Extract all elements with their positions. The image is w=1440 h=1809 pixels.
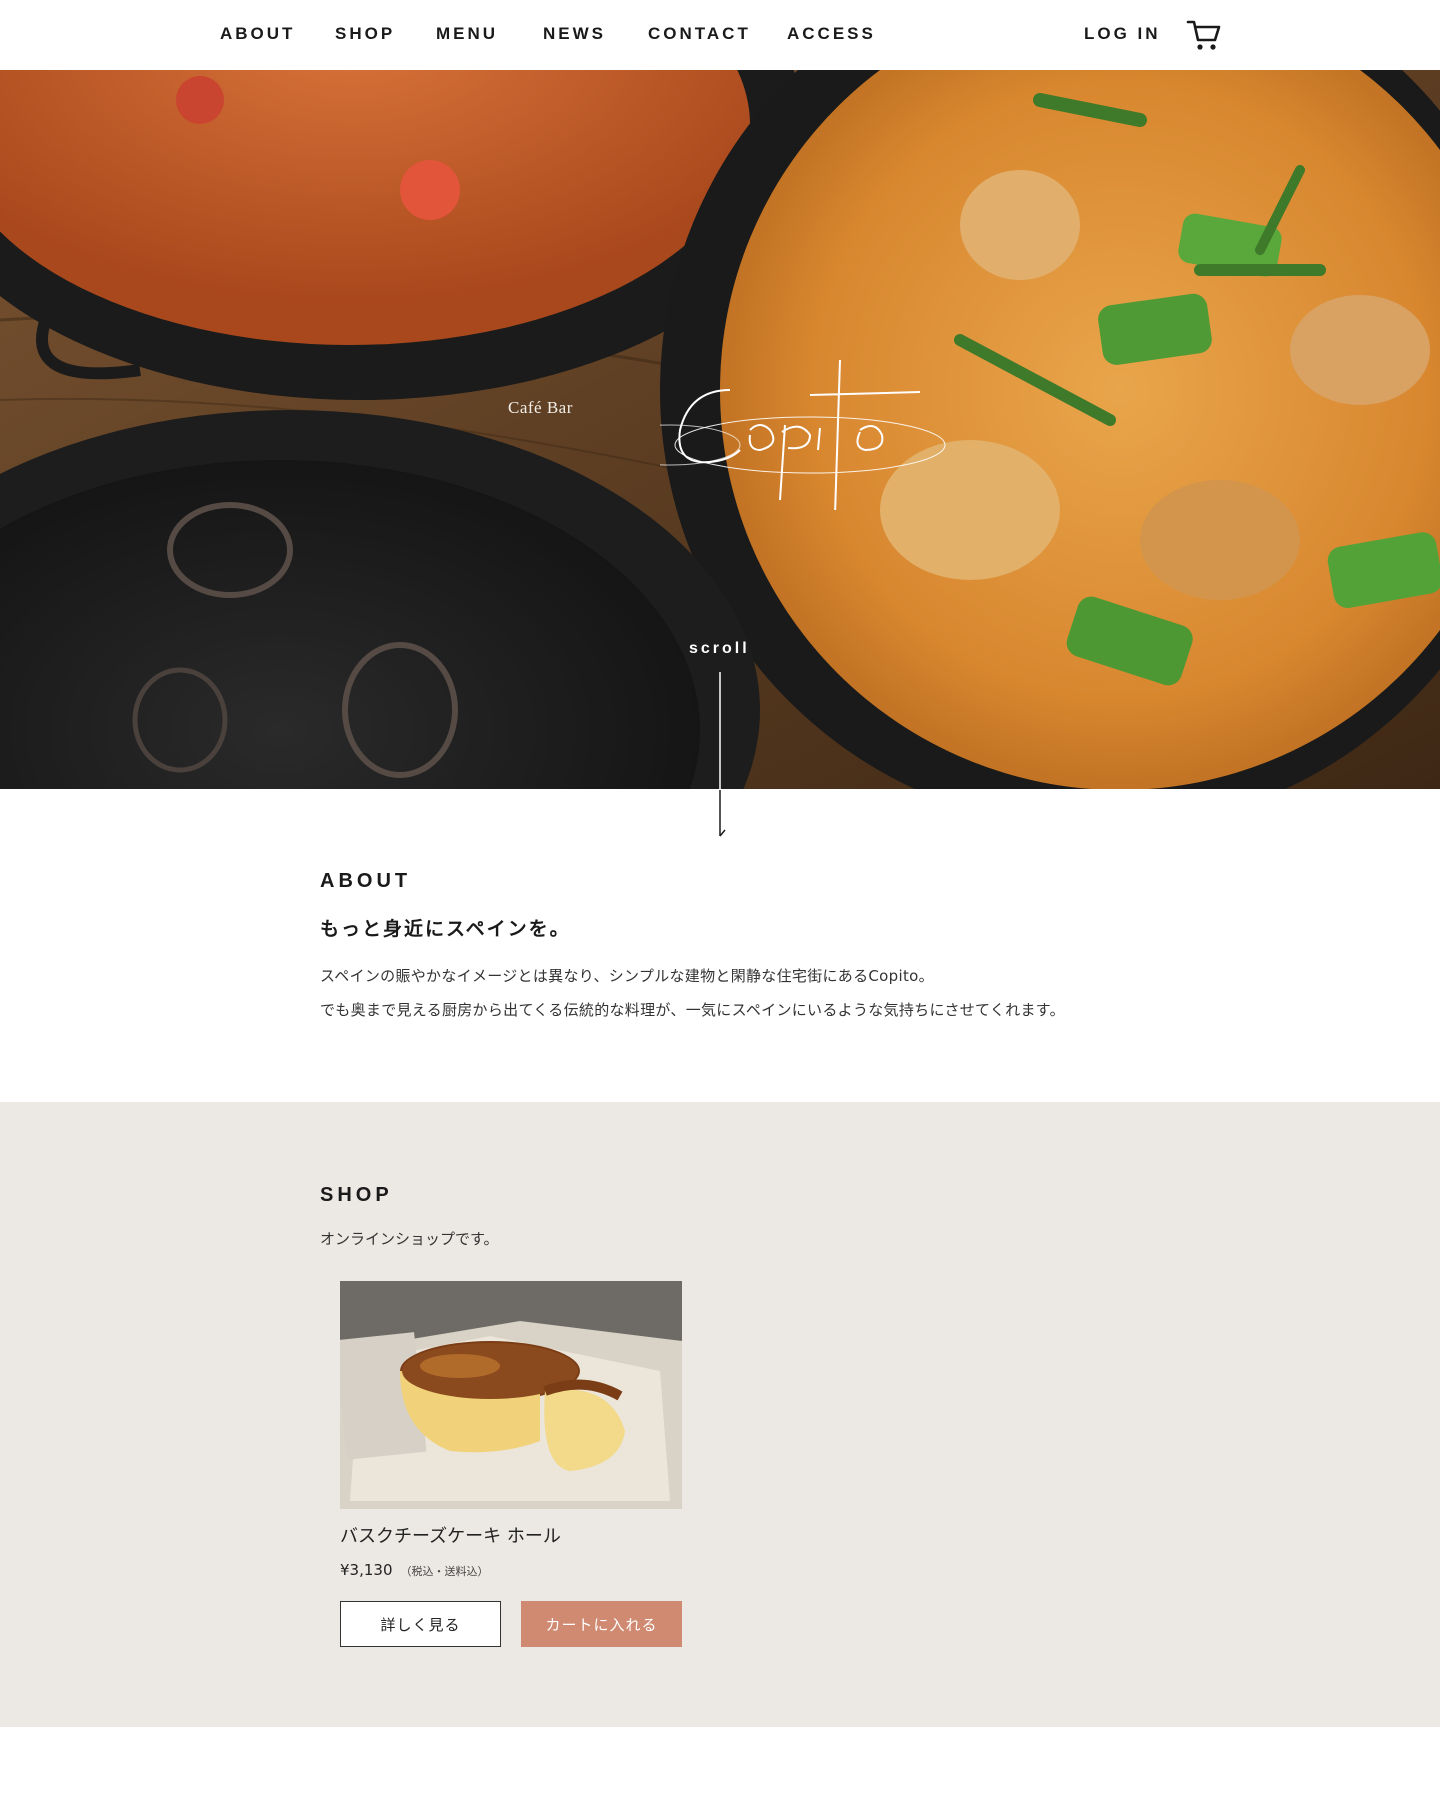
product-name[interactable]: バスクチーズケーキ ホール <box>340 1522 561 1548</box>
shop-title: SHOP <box>320 1184 393 1206</box>
add-to-cart-button[interactable]: カートに入れる <box>521 1601 682 1647</box>
logo-prefix: Café Bar <box>508 398 573 417</box>
scroll-arrow-icon <box>719 672 726 837</box>
about-text-line-2: でも奥まで見える厨房から出てくる伝統的な料理が、一気にスペインにいるような気持ち… <box>320 1001 1065 1019</box>
about-heading: もっと身近にスペインを。 <box>320 918 571 940</box>
nav-news[interactable]: NEWS <box>543 24 606 44</box>
detail-button[interactable]: 詳しく見る <box>340 1601 501 1647</box>
nav-menu[interactable]: MENU <box>436 24 498 44</box>
price-note: （税込・送料込） <box>400 1565 489 1578</box>
product-price-row: ¥3,130 （税込・送料込） <box>340 1561 489 1579</box>
nav-shop[interactable]: SHOP <box>335 24 395 44</box>
copito-logo <box>660 359 946 510</box>
about-title: ABOUT <box>320 870 412 892</box>
cart-icon[interactable] <box>1186 18 1222 52</box>
nav-access[interactable]: ACCESS <box>787 24 876 44</box>
shop-section <box>0 1102 1440 1727</box>
scroll-label: scroll <box>689 640 750 657</box>
shop-subtitle: オンラインショップです。 <box>320 1230 499 1248</box>
top-navigation: ABOUT SHOP MENU NEWS CONTACT ACCESS LOG … <box>0 0 1440 70</box>
cheesecake-image <box>340 1281 682 1509</box>
product-image[interactable] <box>340 1281 682 1509</box>
product-price: ¥3,130 <box>340 1561 393 1579</box>
nav-about[interactable]: ABOUT <box>220 24 295 44</box>
about-text-line-1: スペインの賑やかなイメージとは異なり、シンプルな建物と閑静な住宅街にあるCopi… <box>320 967 934 985</box>
login-link[interactable]: LOG IN <box>1084 24 1161 44</box>
nav-contact[interactable]: CONTACT <box>648 24 751 44</box>
